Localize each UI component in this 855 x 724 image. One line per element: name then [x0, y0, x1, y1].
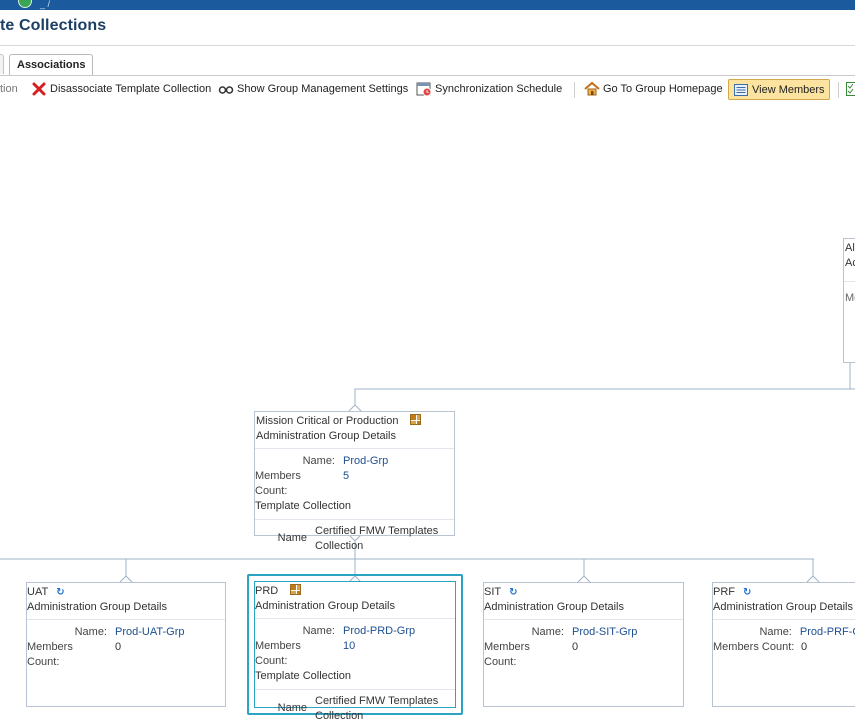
- template-collection-label: Template Collection: [255, 670, 351, 682]
- node-title: PRD: [255, 585, 279, 597]
- node-subtitle: Administration Group Details: [27, 601, 168, 613]
- template-collection-label: Template Collection: [255, 500, 351, 512]
- view-toggle-icon[interactable]: [290, 584, 302, 595]
- template-name-value: Certified FMW Templates: [315, 695, 439, 707]
- template-name-value: Collection: [315, 540, 364, 552]
- node-subtitle: Administration Group Details: [713, 601, 854, 613]
- refresh-icon[interactable]: ↻: [56, 587, 64, 598]
- members-count-value: 5: [343, 470, 350, 482]
- template-name-label: Name: [277, 702, 307, 714]
- members-count-label: Members Count:: [713, 641, 795, 653]
- node-title: PRF: [713, 586, 735, 598]
- name-label: Name:: [531, 626, 564, 638]
- group-node-sit[interactable]: SIT ↻ Administration Group Details Name: P…: [483, 582, 684, 707]
- name-label: Name:: [74, 626, 107, 638]
- group-name-link[interactable]: Prod-PRD-Grp: [343, 624, 415, 639]
- group-node-prf[interactable]: PRF ↻ Administration Group Details Name: P…: [712, 582, 855, 707]
- name-label: Name:: [759, 626, 792, 638]
- group-name-link[interactable]: Prod-Grp: [343, 454, 388, 469]
- parent-group-node[interactable]: All Ac Me: [843, 238, 855, 363]
- template-name-label: Name: [277, 532, 307, 544]
- template-name-value: Certified FMW Templates: [315, 525, 439, 537]
- node-subtitle: Administration Group Details: [255, 600, 396, 612]
- refresh-icon[interactable]: ↻: [509, 587, 517, 598]
- node-subtitle: Administration Group Details: [484, 601, 625, 613]
- members-count-value: 10: [343, 640, 356, 652]
- refresh-icon[interactable]: ↻: [743, 587, 751, 598]
- members-count-label: Members Count:: [484, 641, 530, 668]
- members-count-value: 0: [115, 641, 122, 653]
- group-name-link[interactable]: Prod-PRF-G: [800, 625, 855, 640]
- members-count-value: 0: [801, 641, 808, 653]
- node-field-label: Me: [845, 292, 855, 304]
- group-node-uat[interactable]: UAT ↻ Administration Group Details Name: P…: [26, 582, 226, 707]
- members-count-label: Members Count:: [27, 641, 73, 668]
- node-subtitle: Ac: [845, 257, 855, 269]
- members-count-label: Members Count:: [255, 470, 301, 497]
- name-label: Name:: [302, 455, 335, 467]
- group-node-prod[interactable]: Mission Critical or Production Administr…: [254, 411, 455, 552]
- node-title: All: [845, 242, 855, 254]
- group-name-link[interactable]: Prod-SIT-Grp: [572, 625, 637, 640]
- group-name-link[interactable]: Prod-UAT-Grp: [115, 625, 184, 640]
- template-name-value: Collection: [315, 710, 364, 722]
- node-title: UAT: [27, 586, 49, 598]
- members-count-label: Members Count:: [255, 640, 301, 667]
- node-title: SIT: [484, 586, 502, 598]
- group-node-prd[interactable]: PRD Administration Group Details Name: Pr…: [254, 581, 456, 722]
- members-count-value: 0: [572, 641, 579, 653]
- node-title: Mission Critical or Production: [256, 415, 399, 427]
- node-subtitle: Administration Group Details: [256, 430, 397, 442]
- view-toggle-icon[interactable]: [410, 414, 422, 425]
- name-label: Name:: [302, 625, 335, 637]
